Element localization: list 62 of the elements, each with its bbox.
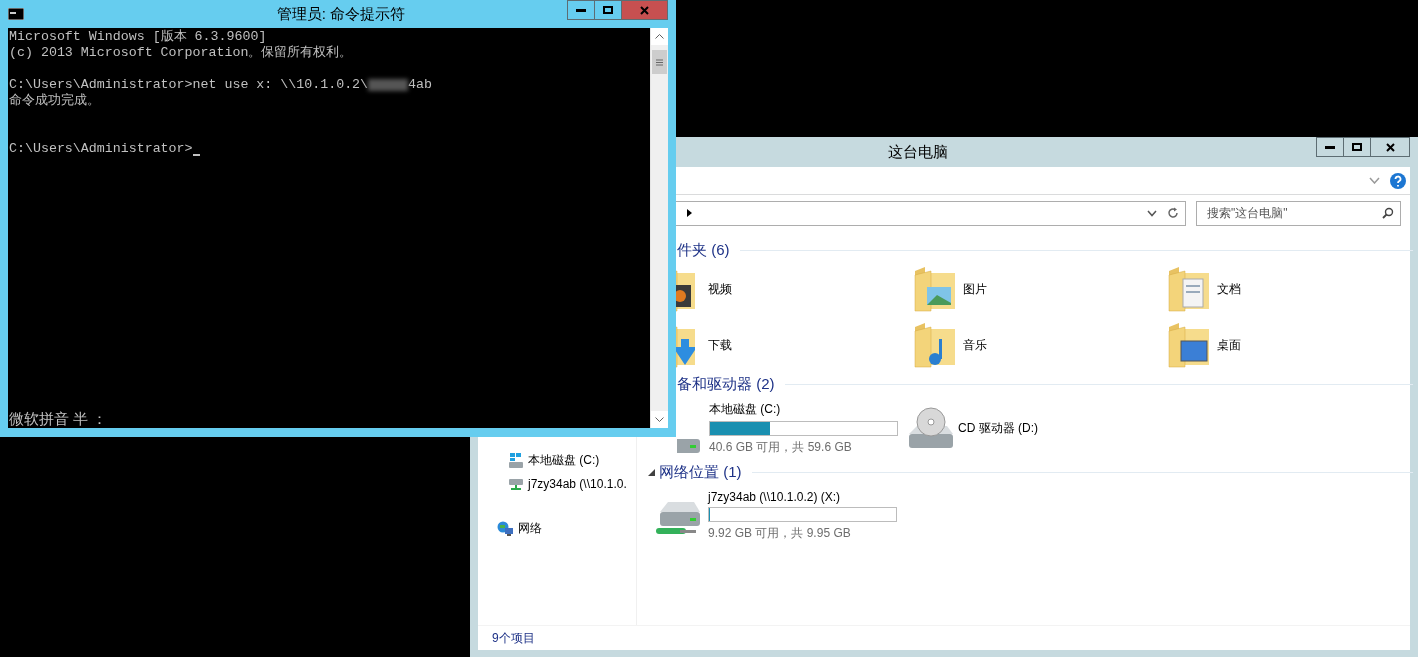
folder-name[interactable]: 图片 [963, 280, 987, 298]
folder-name[interactable]: 视频 [708, 280, 732, 298]
free-space-text: 40.6 GB 可用，共 59.6 GB [709, 438, 853, 456]
item-count: 9个项目 [492, 629, 535, 647]
drive-name[interactable]: CD 驱动器 (D:) [958, 419, 1038, 437]
drive-name[interactable]: j7zy34ab (\\10.1.0.2) (X:) [708, 490, 897, 504]
close-icon [1385, 142, 1395, 152]
help-icon[interactable] [1390, 172, 1406, 189]
window-title: 这台电脑 [886, 142, 949, 162]
window-title: 管理员: 命令提示符 [275, 4, 407, 24]
folder-name[interactable]: 下载 [708, 336, 732, 354]
folder-name[interactable]: 音乐 [963, 336, 987, 354]
network-globe-icon [497, 520, 514, 537]
ime-status: 微软拼音 半 ： [9, 410, 109, 428]
minimize-icon [576, 8, 586, 12]
search-field[interactable]: 搜索"这台电脑" [1196, 200, 1401, 226]
group-header[interactable]: 网络位置 (1) [659, 462, 742, 482]
free-space-text: 9.92 GB 可用，共 9.95 GB [708, 525, 852, 542]
cd-drive-icon [908, 407, 954, 449]
console-line: Microsoft Windows [版本 6.3.9600] [9, 29, 267, 45]
minimize-icon [1325, 145, 1335, 149]
console-prompt: C:\Users\Administrator> [9, 141, 193, 157]
text-cursor [192, 154, 200, 156]
chevron-up-icon [655, 34, 664, 39]
close-button[interactable] [1370, 137, 1410, 157]
maximize-icon [603, 6, 613, 14]
minimize-button[interactable] [567, 0, 595, 20]
group-header[interactable]: 件夹 (6) [677, 240, 730, 260]
maximize-button[interactable] [1343, 137, 1371, 157]
folder-name[interactable]: 文档 [1217, 280, 1241, 298]
folder-icon [913, 266, 957, 312]
console-line: 4ab [408, 77, 433, 93]
scroll-down-button[interactable] [651, 411, 668, 428]
close-icon [640, 5, 649, 15]
collapse-triangle-icon[interactable] [647, 468, 655, 476]
console-icon [8, 8, 24, 20]
grip-icon [656, 58, 663, 66]
folder-name[interactable]: 桌面 [1217, 336, 1241, 354]
search-icon[interactable] [1382, 207, 1394, 219]
folder-icon [913, 322, 957, 368]
drive-name[interactable]: 本地磁盘 (C:) [709, 400, 898, 418]
breadcrumb-arrow-icon[interactable] [687, 209, 692, 217]
folder-icon [1167, 322, 1211, 368]
console-line: (c) 2013 Microsoft Corporation。保留所有权利。 [9, 45, 353, 61]
blurred-text [368, 79, 409, 91]
console-line: 命令成功完成。 [9, 93, 100, 109]
nav-item[interactable]: 网络 [478, 517, 636, 540]
chevron-down-icon [655, 417, 664, 422]
refresh-icon[interactable] [1167, 207, 1179, 219]
scroll-up-button[interactable] [651, 28, 668, 45]
scroll-thumb[interactable] [652, 50, 667, 74]
chevron-down-icon[interactable] [1369, 177, 1380, 184]
dropdown-icon[interactable] [1147, 209, 1157, 217]
console-line: C:\Users\Administrator>net use x: \\10.1.0.2\ [9, 77, 369, 93]
maximize-icon [1352, 143, 1362, 151]
folder-icon [1167, 266, 1211, 312]
nav-item[interactable]: j7zy34ab (\\10.1.0. [478, 472, 636, 495]
group-header[interactable]: 备和驱动器 (2) [677, 374, 775, 394]
hard-drive-icon [508, 452, 524, 469]
nav-item[interactable]: 本地磁盘 (C:) [478, 449, 636, 472]
scrollbar[interactable] [650, 28, 668, 428]
minimize-button[interactable] [1316, 137, 1344, 157]
